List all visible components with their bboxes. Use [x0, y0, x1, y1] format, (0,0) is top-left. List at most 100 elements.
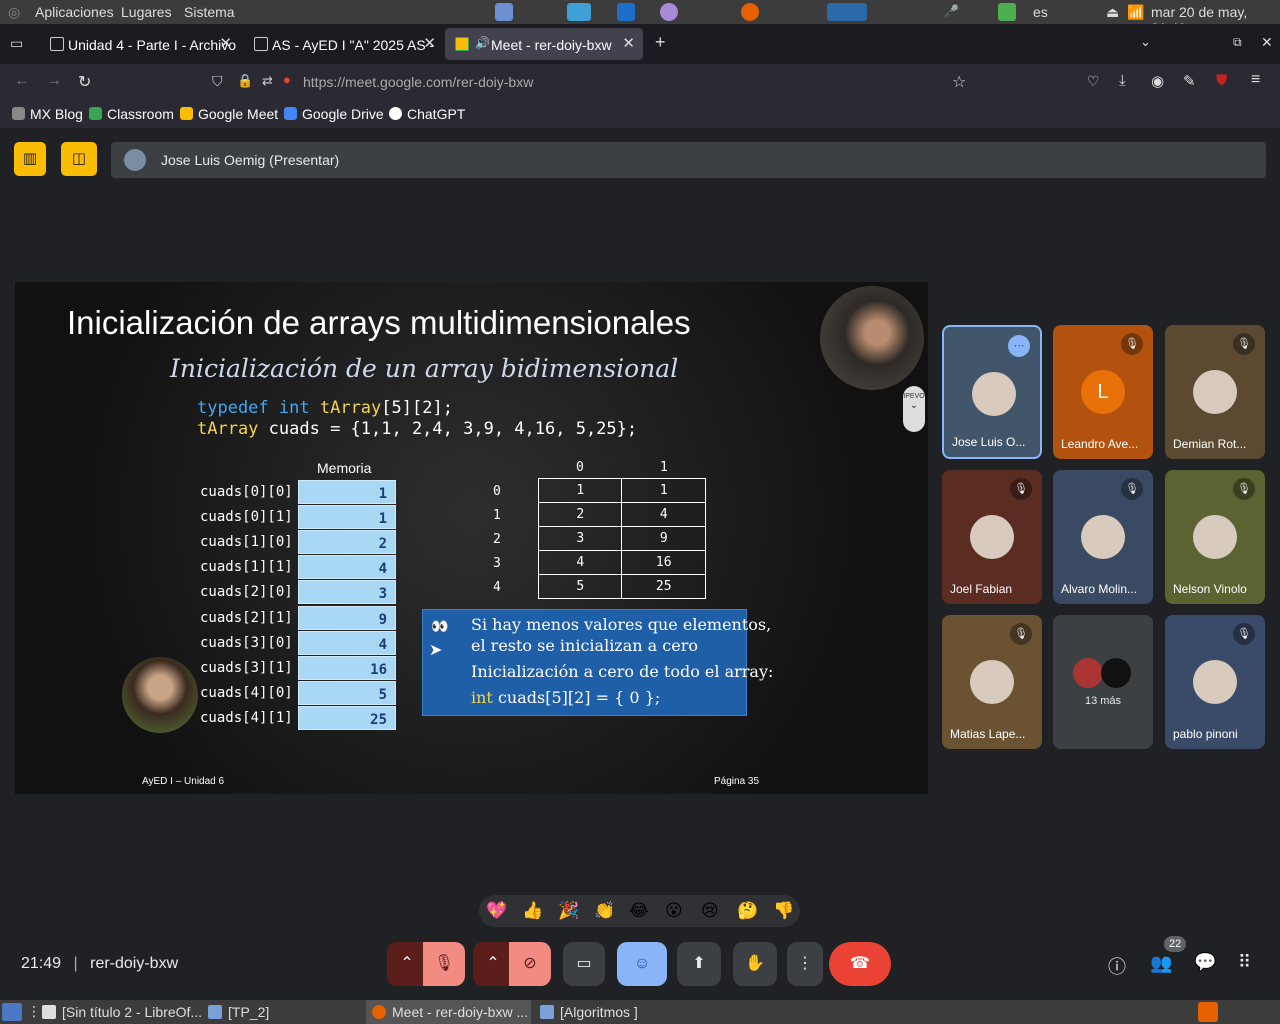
files-launcher-icon[interactable] [495, 3, 513, 21]
mx-logo-icon[interactable]: ◎ [8, 4, 20, 21]
app-menu-icon[interactable]: ≡ [1251, 71, 1260, 89]
reaction-heart-icon[interactable]: 💖 [486, 901, 507, 921]
memory-cell-label: cuads[0][0] [200, 484, 293, 500]
hang-up-button[interactable]: ☎ [829, 942, 891, 986]
tracking-shield-icon[interactable]: ⛉ [212, 73, 223, 90]
participant-tile[interactable]: L 🎙 Leandro Ave... [1053, 325, 1153, 459]
taskbar-item-meet[interactable]: Meet - rer-doiy-bxw ... [366, 1000, 531, 1024]
url-text[interactable]: https://meet.google.com/rer-doiy-bxw [303, 74, 533, 90]
close-window-icon[interactable]: ✕ [1261, 34, 1273, 51]
drive-icon [284, 107, 297, 120]
grid-row-header: 3 [493, 556, 501, 571]
firefox-icon [372, 1005, 386, 1019]
people-icon[interactable]: 👥 [1150, 953, 1172, 974]
raise-hand-button[interactable]: ✋ [733, 942, 777, 986]
mic-off-button[interactable]: 🎙 [423, 942, 465, 986]
reload-icon[interactable]: ↻ [78, 72, 91, 92]
bookmark-star-icon[interactable]: ☆ [952, 72, 966, 92]
remote-desktop-launcher-icon[interactable] [567, 3, 591, 21]
activities-icon[interactable]: ⠿ [1238, 952, 1251, 973]
more-options-icon[interactable]: ⋯ [1008, 335, 1030, 357]
bookmark-mx-blog[interactable]: MX Blog [12, 106, 83, 122]
reaction-surprised-icon[interactable]: 😮 [665, 901, 683, 921]
mic-tray-icon[interactable]: 🎤 [944, 4, 959, 18]
tab-overview-icon[interactable]: ▭ [10, 35, 23, 52]
participant-tile[interactable]: 🎙 Matias Lape... [942, 615, 1042, 749]
participant-tile[interactable]: 🎙 pablo pinoni [1165, 615, 1265, 749]
app-launcher-icon[interactable] [660, 3, 678, 21]
ipevo-widget[interactable]: IPEVO ⌄ [903, 386, 925, 432]
camera-off-button[interactable]: ⊘ [509, 942, 551, 986]
bookmark-google-drive[interactable]: Google Drive [284, 106, 384, 122]
close-tab-icon[interactable]: ✕ [622, 34, 635, 52]
avatar: L [1081, 370, 1125, 414]
keyboard-layout[interactable]: es [1033, 4, 1048, 20]
memory-cell-value: 25 [298, 705, 396, 730]
account-icon[interactable]: ◉ [1151, 72, 1164, 90]
participant-tile[interactable]: 🎙 Alvaro Molin... [1053, 470, 1153, 604]
firefox-launcher-icon[interactable] [741, 3, 759, 21]
new-tab-button[interactable]: + [655, 32, 666, 53]
more-options-button[interactable]: ⋮ [787, 942, 823, 986]
show-desktop-icon[interactable] [2, 1003, 22, 1021]
reaction-thinking-icon[interactable]: 🤔 [737, 901, 758, 921]
close-tab-icon[interactable]: ✕ [423, 34, 436, 52]
forward-icon[interactable]: → [46, 72, 62, 90]
slide-footer-right: Página 35 [714, 776, 760, 787]
bookmark-chatgpt[interactable]: ChatGPT [389, 106, 465, 122]
taskbar-item-libreoffice[interactable]: [Sin título 2 - LibreOf... [36, 1000, 202, 1024]
present-screen-button[interactable]: ⬆ [677, 942, 721, 986]
document-icon [50, 37, 64, 51]
menu-sistema[interactable]: Sistema [184, 4, 235, 20]
participant-tile[interactable]: 🎙 Nelson Vinolo [1165, 470, 1265, 604]
taskbar-item-tp2[interactable]: [TP_2] [202, 1000, 362, 1024]
presentation-slide: Inicialización de arrays multidimensiona… [15, 282, 928, 794]
present-layout-button[interactable]: ◫ [61, 142, 97, 176]
array-grid: 11 24 39 4 16 5 25 [537, 478, 706, 599]
lock-icon[interactable]: 🔒 [237, 73, 253, 89]
chat-icon[interactable]: 💬 [1194, 952, 1216, 973]
menu-lugares[interactable]: Lugares [121, 4, 172, 20]
participant-tile[interactable]: ⋯ Jose Luis O... [942, 325, 1042, 459]
video-options-button[interactable]: ⌃ [473, 942, 513, 986]
hide-presentation-button[interactable]: ▥ [14, 142, 46, 176]
eject-icon[interactable]: ⏏ [1106, 4, 1119, 21]
downloads-icon[interactable]: ⤓ [1119, 72, 1126, 89]
reaction-laugh-icon[interactable]: 😂 [629, 901, 649, 921]
vscode-launcher-icon[interactable] [617, 3, 635, 21]
tab-ayed[interactable]: AS - AyED I "A" 2025 AS - ✕ [244, 28, 444, 60]
reaction-thumbs-down-icon[interactable]: 👎 [773, 901, 794, 921]
captions-button[interactable]: ▭ [563, 942, 605, 986]
pocket-icon[interactable]: ♡ [1087, 73, 1100, 90]
more-participants-tile[interactable]: 13 más [1053, 615, 1153, 749]
document-icon [254, 37, 268, 51]
firefox-tray-icon[interactable] [1198, 1002, 1218, 1022]
extensions-icon[interactable]: ✎ [1183, 72, 1196, 90]
tab-unidad4[interactable]: Unidad 4 - Parte I - Archivo ✕ [40, 28, 240, 60]
slide-footer-left: AyED I – Unidad 6 [142, 776, 225, 787]
reaction-sad-icon[interactable]: 😢 [701, 901, 719, 921]
reaction-clap-icon[interactable]: 👏 [594, 901, 615, 921]
participant-tile[interactable]: 🎙 Demian Rot... [1165, 325, 1265, 459]
reaction-thumbs-up-icon[interactable]: 👍 [522, 901, 543, 921]
bookmark-google-meet[interactable]: Google Meet [180, 106, 278, 122]
exit-tray-icon[interactable] [998, 3, 1016, 21]
audio-playing-icon[interactable]: 🔊 [475, 36, 490, 50]
mic-permission-icon[interactable]: ● [283, 72, 291, 87]
meeting-details-icon[interactable]: ⓘ [1108, 953, 1126, 979]
bookmark-classroom[interactable]: Classroom [89, 106, 174, 122]
emoji-reactions-button[interactable]: ☺ [617, 942, 667, 986]
restore-window-icon[interactable]: ⧉ [1233, 35, 1242, 50]
menu-aplicaciones[interactable]: Aplicaciones [35, 4, 114, 20]
ublock-icon[interactable]: ⛊ [1216, 72, 1227, 89]
reaction-party-icon[interactable]: 🎉 [558, 901, 579, 921]
permissions-icon[interactable]: ⇄ [262, 73, 273, 89]
close-tab-icon[interactable]: ✕ [219, 34, 232, 52]
network-signal-icon[interactable]: 📶 [1127, 4, 1144, 21]
audio-options-button[interactable]: ⌃ [387, 942, 427, 986]
taskbar-item-algoritmos[interactable]: [Algoritmos ] [534, 1000, 694, 1024]
list-tabs-icon[interactable]: ⌄ [1140, 34, 1151, 50]
tab-meet[interactable]: 🔊 Meet - rer-doiy-bxw ✕ [445, 28, 643, 60]
participant-tile[interactable]: 🎙 Joel Fabian [942, 470, 1042, 604]
back-icon[interactable]: ← [14, 72, 30, 90]
